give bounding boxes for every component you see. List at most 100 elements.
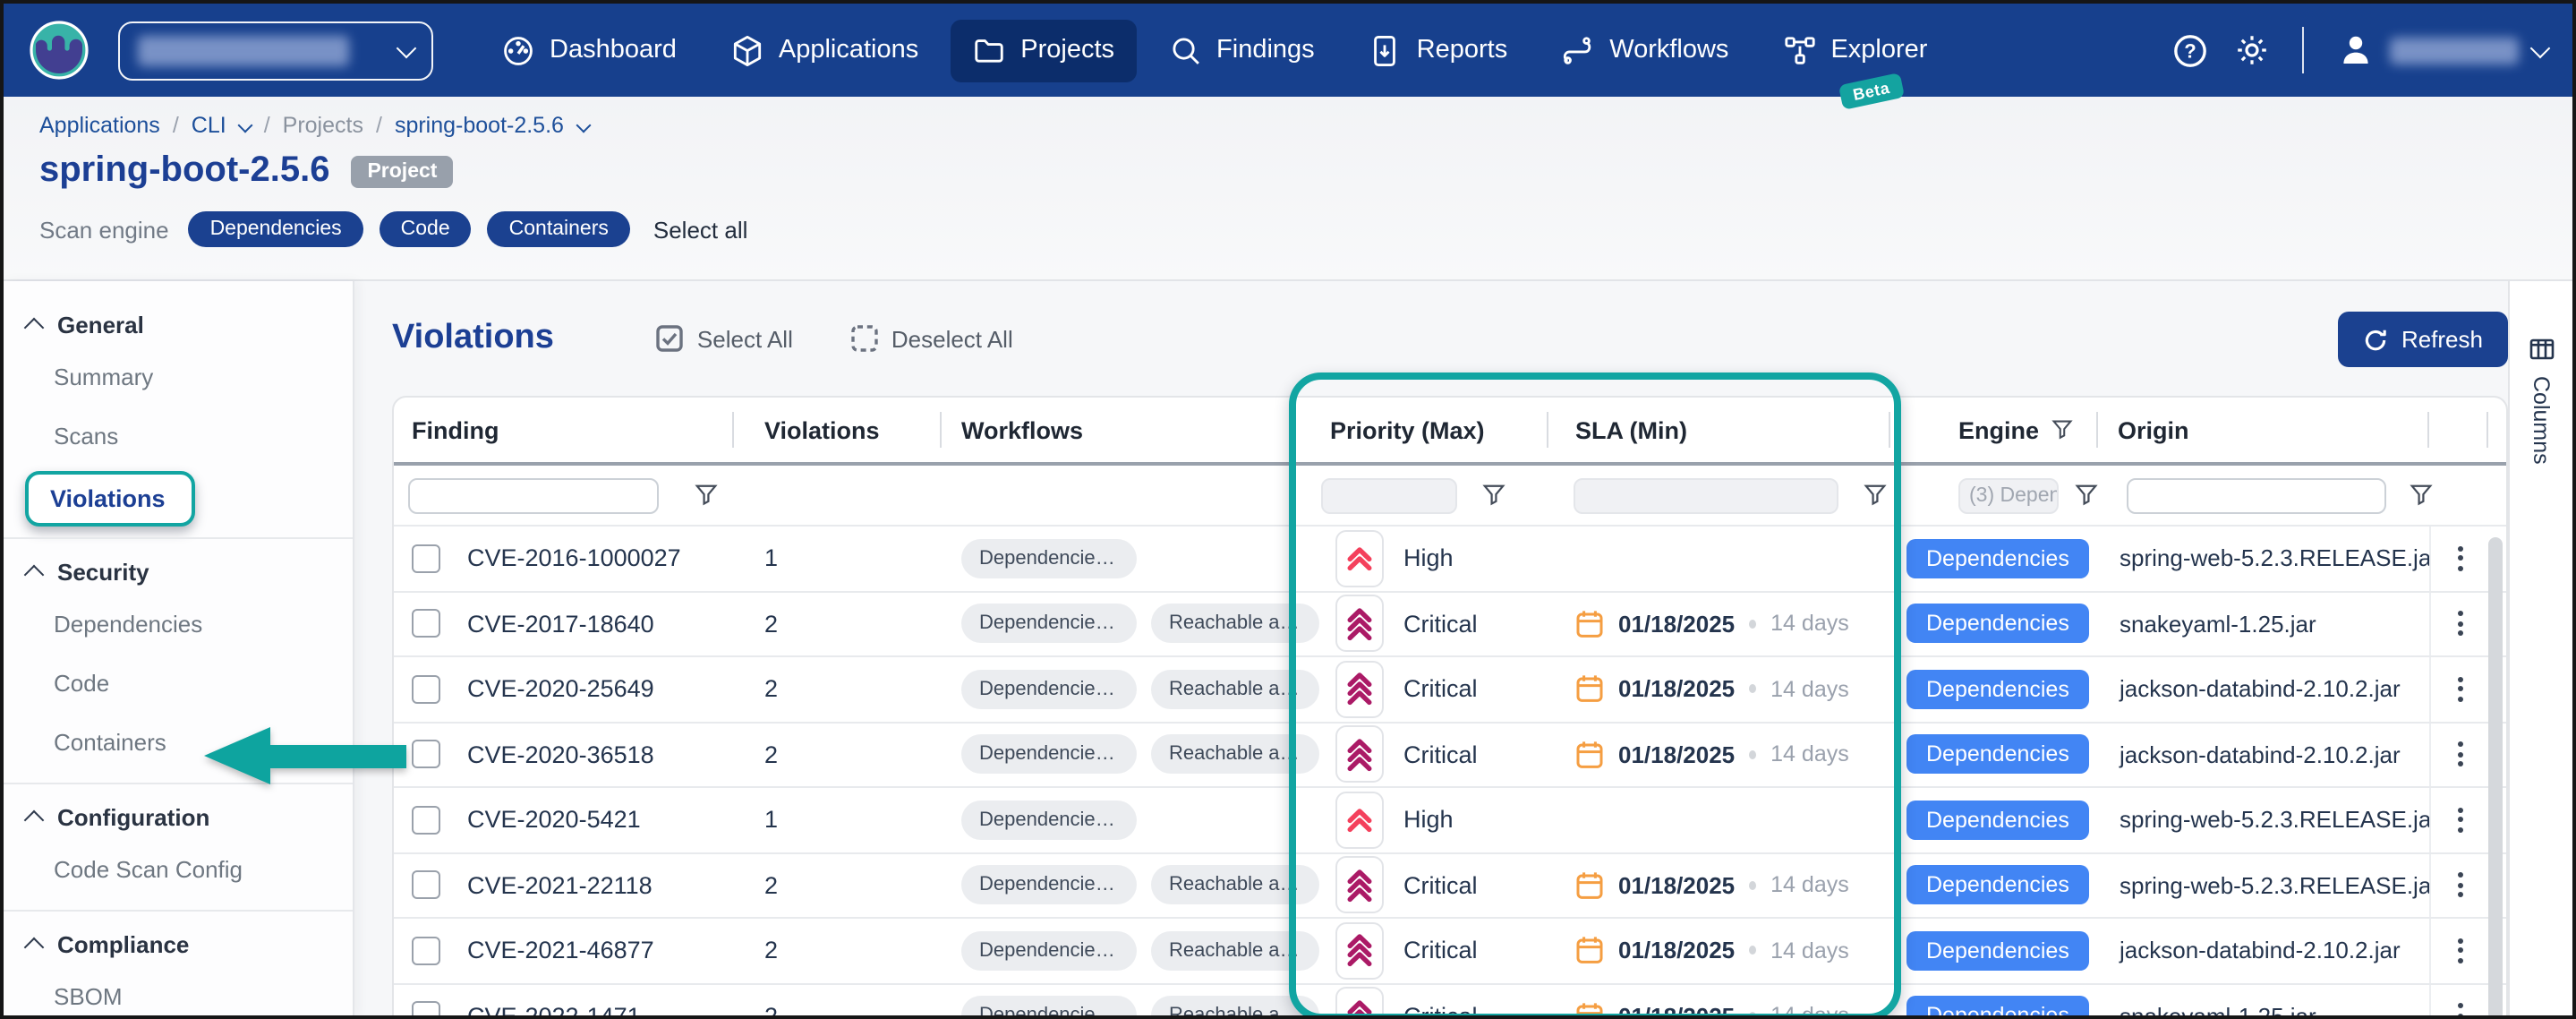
- user-menu[interactable]: [2336, 30, 2547, 70]
- filter-funnel-icon[interactable]: [1864, 484, 1887, 507]
- engine-filter-input[interactable]: (3) Depend: [1958, 477, 2059, 513]
- priority-label: Critical: [1403, 676, 1478, 703]
- row-checkbox[interactable]: [412, 610, 440, 638]
- row-actions-menu[interactable]: [2429, 984, 2488, 1019]
- nav-item-workflows[interactable]: Workflows: [1540, 19, 1750, 81]
- sidebar-item-containers[interactable]: Containers: [4, 713, 353, 772]
- row-checkbox[interactable]: [412, 871, 440, 900]
- nav-item-projects[interactable]: Projects: [951, 19, 1136, 81]
- vertical-scrollbar[interactable]: [2488, 537, 2503, 1019]
- column-header-sla[interactable]: SLA (Min): [1548, 398, 1890, 462]
- priority-filter-input[interactable]: [1321, 477, 1457, 513]
- column-header-priority[interactable]: Priority (Max): [1292, 398, 1548, 462]
- nav-item-dashboard[interactable]: Dashboard: [480, 19, 698, 81]
- mend-logo[interactable]: [29, 20, 90, 81]
- help-icon[interactable]: ?: [2171, 31, 2209, 69]
- priority-label: Critical: [1403, 1003, 1478, 1019]
- row-actions-menu[interactable]: [2429, 853, 2488, 917]
- sidebar-section-security[interactable]: Security: [4, 550, 353, 595]
- chevron-down-icon[interactable]: [576, 117, 591, 133]
- finding-id[interactable]: CVE-2020-25649: [467, 676, 654, 703]
- column-header-violations[interactable]: Violations: [734, 398, 942, 462]
- refresh-button[interactable]: Refresh: [2339, 312, 2508, 367]
- finding-id[interactable]: CVE-2021-46877: [467, 938, 654, 964]
- column-header-engine[interactable]: Engine: [1890, 398, 2098, 462]
- engine-chip-code[interactable]: Code: [380, 211, 472, 247]
- row-actions-menu[interactable]: [2429, 788, 2488, 852]
- sidebar-item-summary[interactable]: Summary: [4, 347, 353, 407]
- breadcrumb-cli[interactable]: CLI: [192, 113, 226, 138]
- engine-chip-dependencies[interactable]: Dependencies: [189, 211, 363, 247]
- origin-filter-input[interactable]: [2127, 477, 2386, 513]
- table-row[interactable]: CVE-2022-1471 2 Dependencies - ....Reach…: [394, 984, 2506, 1019]
- table-row[interactable]: CVE-2021-22118 2 Dependencies - ....Reac…: [394, 853, 2506, 919]
- sidebar-item-dependencies[interactable]: Dependencies: [4, 595, 353, 654]
- column-header-workflows[interactable]: Workflows: [942, 398, 1292, 462]
- table-row[interactable]: CVE-2020-25649 2 Dependencies - ....Reac…: [394, 657, 2506, 723]
- sidebar-item-sbom[interactable]: SBOM: [4, 967, 353, 1019]
- filter-funnel-icon[interactable]: [1482, 484, 1506, 507]
- sla-filter-input[interactable]: [1574, 477, 1838, 513]
- finding-id[interactable]: CVE-2020-36518: [467, 741, 654, 768]
- row-actions-menu[interactable]: [2429, 657, 2488, 721]
- finding-cell: CVE-2020-5421: [394, 788, 734, 852]
- table-row[interactable]: CVE-2020-36518 2 Dependencies - ....Reac…: [394, 723, 2506, 788]
- sidebar-divider: [4, 783, 353, 784]
- deselect-all-button[interactable]: Deselect All: [850, 324, 1013, 353]
- table-row[interactable]: CVE-2016-1000027 1 Dependencies - .... H…: [394, 527, 2506, 592]
- calendar-icon: [1575, 1001, 1604, 1019]
- priority-label: Critical: [1403, 741, 1478, 768]
- breadcrumb-project-name[interactable]: spring-boot-2.5.6: [395, 113, 564, 138]
- filter-funnel-icon[interactable]: [2075, 484, 2098, 507]
- row-checkbox[interactable]: [412, 1002, 440, 1019]
- workflow-chip: Dependencies - ....: [961, 604, 1137, 644]
- finding-id[interactable]: CVE-2017-18640: [467, 611, 654, 638]
- refresh-icon: [2364, 327, 2389, 352]
- sidebar-item-code[interactable]: Code: [4, 654, 353, 713]
- column-header-finding[interactable]: Finding: [394, 398, 734, 462]
- row-actions-menu[interactable]: [2429, 527, 2488, 590]
- row-checkbox[interactable]: [412, 806, 440, 835]
- calendar-icon: [1575, 674, 1604, 705]
- finding-id[interactable]: CVE-2020-5421: [467, 807, 641, 834]
- row-actions-menu[interactable]: [2429, 592, 2488, 655]
- columns-panel-tab[interactable]: Columns: [2508, 281, 2572, 1015]
- sidebar-section-configuration[interactable]: Configuration: [4, 795, 353, 840]
- org-selector-dropdown[interactable]: [118, 21, 433, 80]
- sidebar-item-violations[interactable]: Violations: [25, 471, 195, 527]
- workflow-chips: Dependencies - ....Reachable and C...: [942, 853, 1292, 917]
- nav-item-explorer[interactable]: Explorer Beta: [1761, 19, 1949, 81]
- row-checkbox[interactable]: [412, 544, 440, 573]
- chevron-down-icon[interactable]: [238, 117, 253, 133]
- settings-gear-icon[interactable]: [2234, 32, 2270, 68]
- row-checkbox[interactable]: [412, 937, 440, 965]
- project-type-badge: Project: [351, 155, 453, 187]
- select-all-button[interactable]: Select All: [656, 324, 793, 353]
- finding-id[interactable]: CVE-2022-1471: [467, 1003, 641, 1019]
- row-actions-menu[interactable]: [2429, 919, 2488, 982]
- finding-filter-input[interactable]: [408, 477, 659, 513]
- table-row[interactable]: CVE-2021-46877 2 Dependencies - ....Reac…: [394, 919, 2506, 984]
- table-row[interactable]: CVE-2020-5421 1 Dependencies - .... High…: [394, 788, 2506, 853]
- row-actions-menu[interactable]: [2429, 723, 2488, 786]
- nav-item-applications[interactable]: Applications: [709, 19, 940, 81]
- nav-item-reports[interactable]: Reports: [1347, 19, 1530, 81]
- filter-funnel-icon[interactable]: [695, 484, 718, 507]
- engine-badge: Dependencies: [1906, 604, 2089, 644]
- sidebar-section-compliance[interactable]: Compliance: [4, 922, 353, 967]
- engine-chip-containers[interactable]: Containers: [488, 211, 630, 247]
- table-row[interactable]: CVE-2017-18640 2 Dependencies - ....Reac…: [394, 592, 2506, 657]
- sidebar-item-scans[interactable]: Scans: [4, 407, 353, 466]
- sidebar-item-code-scan-config[interactable]: Code Scan Config: [4, 840, 353, 899]
- filter-funnel-icon[interactable]: [2051, 419, 2073, 441]
- engine-select-all[interactable]: Select all: [653, 216, 748, 243]
- finding-id[interactable]: CVE-2016-1000027: [467, 545, 681, 572]
- column-header-origin[interactable]: Origin: [2098, 398, 2429, 462]
- nav-item-findings[interactable]: Findings: [1147, 19, 1336, 81]
- row-checkbox[interactable]: [412, 741, 440, 769]
- row-checkbox[interactable]: [412, 675, 440, 704]
- breadcrumb-applications[interactable]: Applications: [39, 113, 160, 138]
- finding-id[interactable]: CVE-2021-22118: [467, 872, 653, 899]
- violations-count: 2: [734, 853, 942, 917]
- sidebar-section-general[interactable]: General: [4, 303, 353, 347]
